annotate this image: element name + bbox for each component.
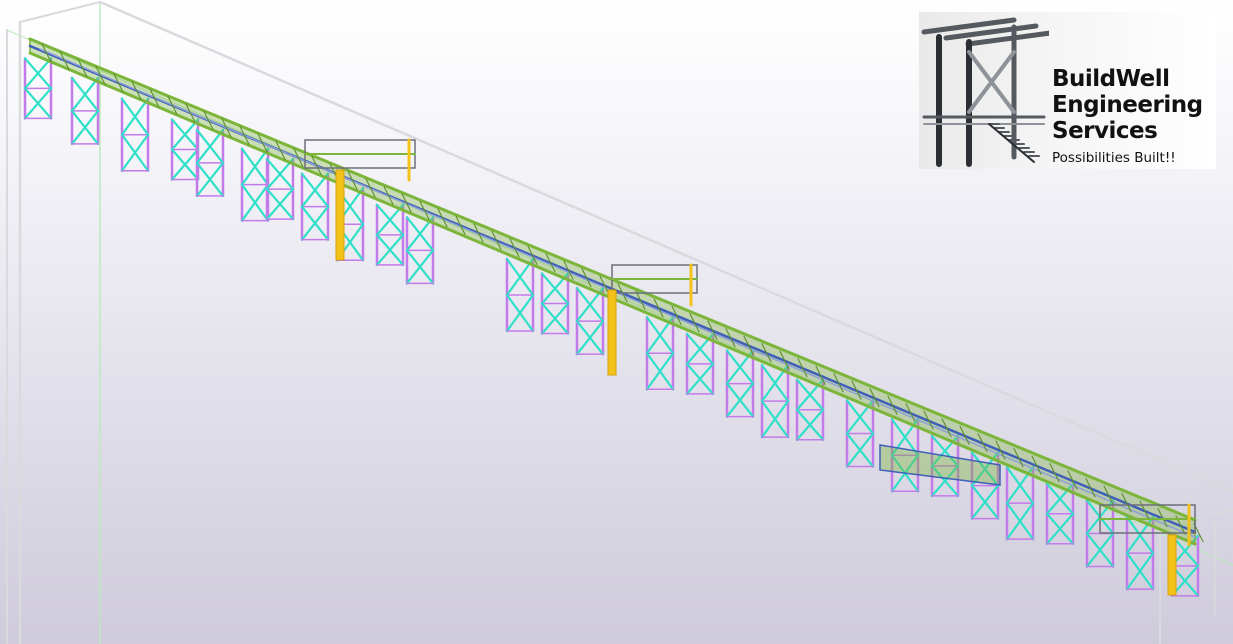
take-up-tower (607, 289, 617, 376)
trestle (195, 128, 225, 198)
trestle (845, 399, 875, 468)
company-logo: BuildWell Engineering Services Possibili… (919, 12, 1216, 169)
trestle (23, 57, 53, 120)
trestle (375, 203, 405, 267)
take-up-tower (335, 169, 345, 261)
trestle (645, 316, 675, 391)
trestle (405, 216, 435, 285)
trestle (1005, 465, 1035, 541)
trestle (795, 378, 825, 441)
trestle (70, 76, 100, 146)
steel-structure-icon (921, 17, 1049, 167)
take-up-tower (1167, 534, 1177, 596)
trestle (760, 363, 790, 439)
trestle (170, 118, 200, 181)
boundary-edge (19, 1, 101, 23)
trestle (1045, 482, 1075, 546)
trestle (240, 147, 270, 222)
trestle (685, 332, 715, 396)
logo-tagline: Possibilities Built!! (1052, 150, 1176, 166)
trestle (265, 157, 295, 221)
trestle (575, 286, 605, 356)
trestle (300, 172, 330, 241)
trestle (725, 349, 755, 418)
logo-name-line1: BuildWell (1052, 66, 1170, 92)
trestle (540, 272, 570, 335)
trestle (505, 257, 535, 333)
trestle (120, 97, 150, 172)
logo-name-line3: Services (1052, 118, 1158, 144)
logo-name-line2: Engineering (1052, 92, 1203, 118)
